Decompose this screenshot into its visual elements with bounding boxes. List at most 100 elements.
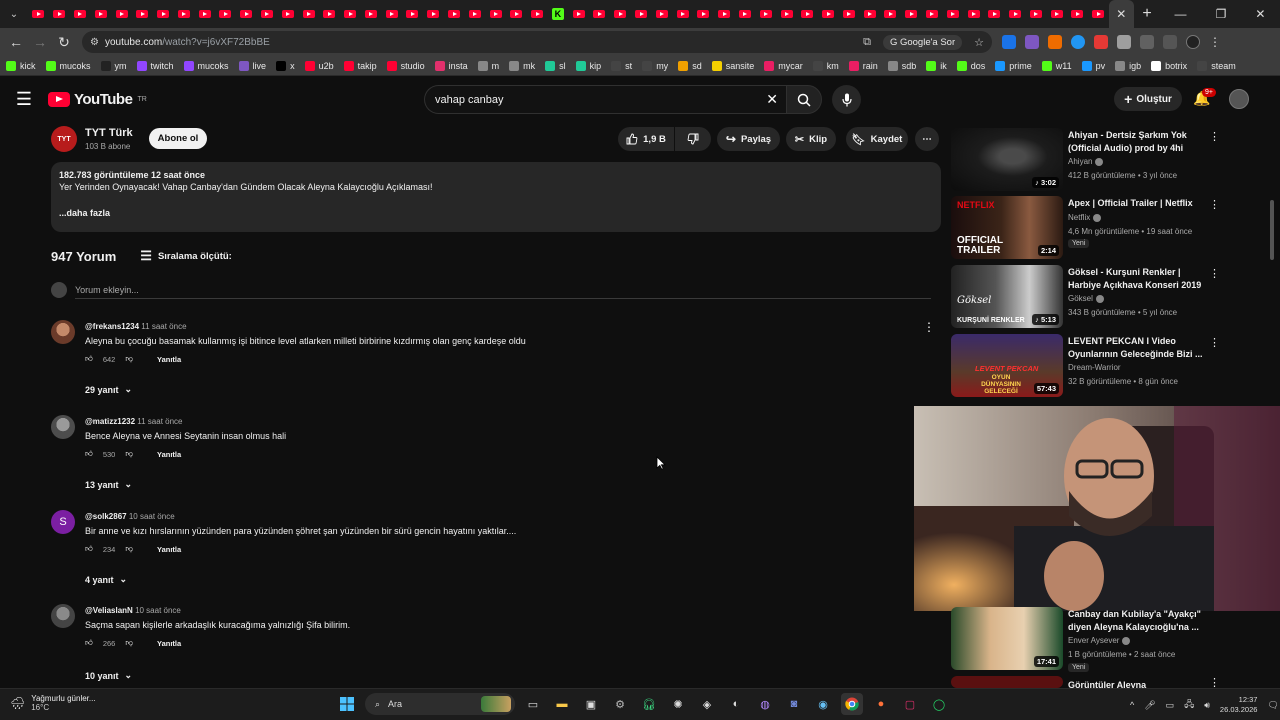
chevron-up-icon[interactable]: ^ <box>1130 700 1134 710</box>
display-icon[interactable]: ▭ <box>1166 700 1175 711</box>
browser-tab[interactable] <box>402 0 423 28</box>
google-ask-button[interactable]: G Google'a Sor <box>882 34 963 50</box>
browser-tab[interactable]: K <box>548 0 569 28</box>
task-view-icon[interactable]: ▭ <box>522 693 544 715</box>
browser-tab[interactable] <box>527 0 548 28</box>
browser-tab[interactable] <box>381 0 402 28</box>
bookmark-item[interactable]: kick <box>6 60 36 71</box>
bookmark-item[interactable]: sd <box>678 60 702 71</box>
new-tab-button[interactable]: + <box>1134 5 1160 23</box>
commenter-avatar[interactable] <box>51 415 75 439</box>
comment-author[interactable]: @VeliaslanN 10 saat önce <box>85 606 181 615</box>
extension-icon[interactable] <box>1048 35 1062 49</box>
video-channel[interactable]: Netflix <box>1068 213 1102 222</box>
menu-icon[interactable]: ☰ <box>0 89 48 110</box>
install-app-icon[interactable]: ⧉ <box>863 36 871 49</box>
bookmark-item[interactable]: insta <box>434 60 468 71</box>
browser-tab[interactable] <box>922 0 943 28</box>
comment-author[interactable]: @matizz1232 11 saat önce <box>85 417 183 426</box>
browser-tab[interactable] <box>1005 0 1026 28</box>
video-menu-icon[interactable]: ⋮ <box>1209 676 1220 688</box>
browser-tab[interactable] <box>319 0 340 28</box>
store-icon[interactable]: ▣ <box>580 693 602 715</box>
share-button[interactable]: ↪ Paylaş <box>717 127 780 151</box>
browser-tab[interactable] <box>173 0 194 28</box>
thumbs-down-icon[interactable]: 👎︎ <box>125 638 133 648</box>
video-menu-icon[interactable]: ⋮ <box>1209 336 1220 349</box>
comment-author[interactable]: @frekans1234 11 saat önce <box>85 322 187 331</box>
video-menu-icon[interactable]: ⋮ <box>1209 198 1220 211</box>
video-thumbnail[interactable]: LEVENT PEKCAN OYUN DÜNYASININ GELECEĞİ 5… <box>951 334 1063 397</box>
bookmark-item[interactable]: mk <box>509 60 535 71</box>
app-icon[interactable]: ◍ <box>754 693 776 715</box>
browser-tab[interactable] <box>215 0 236 28</box>
restore-button[interactable]: ❐ <box>1216 7 1227 21</box>
view-replies-button[interactable]: 13 yanıt ⌄ <box>85 479 132 490</box>
bookmark-item[interactable]: km <box>812 60 839 71</box>
video-title[interactable]: Apex | Official Trailer | Netflix <box>1068 197 1203 210</box>
bookmark-item[interactable]: u2b <box>304 60 334 71</box>
video-menu-icon[interactable]: ⋮ <box>1209 267 1220 280</box>
omnibox[interactable]: ⚙ youtube.com/watch?v=j6vXF72BbBE ⧉ G Go… <box>82 31 992 53</box>
browser-tab[interactable] <box>631 0 652 28</box>
bookmark-item[interactable]: twitch <box>136 60 174 71</box>
app-icon[interactable]: ◐ <box>725 693 747 715</box>
app-icon[interactable]: ◈ <box>696 693 718 715</box>
browser-tab[interactable] <box>132 0 153 28</box>
browser-tab[interactable] <box>257 0 278 28</box>
browser-tab[interactable] <box>194 0 215 28</box>
video-title[interactable]: LEVENT PEKCAN I Video Oyunlarının Gelece… <box>1068 335 1203 360</box>
browser-tab[interactable] <box>901 0 922 28</box>
browser-tab[interactable] <box>1046 0 1067 28</box>
reading-list-icon[interactable] <box>1163 35 1177 49</box>
browser-tab[interactable] <box>298 0 319 28</box>
browser-tab[interactable] <box>693 0 714 28</box>
clip-button[interactable]: ✂ Klip <box>786 127 836 151</box>
account-avatar[interactable] <box>1229 89 1249 109</box>
video-channel[interactable]: Enver Aysever <box>1068 636 1131 645</box>
description-box[interactable]: 182.783 görüntüleme 12 saat önce Yer Yer… <box>51 162 941 232</box>
recommended-video[interactable]: LEVENT PEKCAN OYUN DÜNYASININ GELECEĞİ 5… <box>951 334 1261 398</box>
save-button[interactable]: 🔖︎ Kaydet <box>846 127 908 151</box>
video-title[interactable]: Görüntüler Aleyna <box>1068 679 1203 688</box>
browser-tab[interactable] <box>610 0 631 28</box>
thumbs-down-icon[interactable]: 👎︎ <box>125 449 133 459</box>
video-channel[interactable]: Göksel <box>1068 294 1104 303</box>
channel-name[interactable]: TYT Türk <box>85 127 133 139</box>
bookmark-item[interactable]: steam <box>1197 60 1236 71</box>
close-window-button[interactable]: ✕ <box>1255 7 1265 21</box>
url-text[interactable]: youtube.com/watch?v=j6vXF72BbBE <box>105 37 270 48</box>
puzzle-icon[interactable] <box>1140 35 1154 49</box>
search-input[interactable]: vahap canbay ✕ <box>424 85 788 114</box>
browser-tab[interactable] <box>423 0 444 28</box>
extension-icon[interactable] <box>1025 35 1039 49</box>
browser-tab[interactable] <box>651 0 672 28</box>
instagram-icon[interactable]: ▢ <box>899 693 921 715</box>
view-replies-button[interactable]: 4 yanıt ⌄ <box>85 574 127 585</box>
file-explorer-icon[interactable]: ▬ <box>551 693 573 715</box>
thumbs-up-icon[interactable]: 👍︎ <box>85 638 93 648</box>
browser-tab[interactable] <box>755 0 776 28</box>
bookmark-item[interactable]: sl <box>545 60 566 71</box>
browser-tab[interactable] <box>444 0 465 28</box>
start-menu-icon[interactable] <box>336 693 358 715</box>
browser-tab[interactable] <box>568 0 589 28</box>
bookmark-item[interactable]: sdb <box>887 60 916 71</box>
browser-tab[interactable] <box>1088 0 1109 28</box>
bookmark-item[interactable]: studio <box>386 60 425 71</box>
video-thumbnail[interactable] <box>951 676 1063 688</box>
video-menu-icon[interactable]: ⋮ <box>1209 130 1220 143</box>
bookmark-item[interactable]: mucoks <box>183 60 229 71</box>
settings-icon[interactable]: ⚙ <box>609 693 631 715</box>
video-channel[interactable]: Dream-Warrior <box>1068 363 1121 372</box>
subscribe-button[interactable]: Abone ol <box>149 128 207 149</box>
extension-icon[interactable] <box>1117 35 1131 49</box>
video-title[interactable]: Canbay dan Kubilay'a "Ayakçı" diyen Aley… <box>1068 608 1203 633</box>
reply-button[interactable]: Yanıtla <box>157 545 181 554</box>
thumbs-down-icon[interactable]: 👎︎ <box>125 544 133 554</box>
headset-app-icon[interactable]: 🎧︎ <box>638 693 660 715</box>
bookmark-item[interactable]: dos <box>956 60 985 71</box>
bookmark-item[interactable]: w11 <box>1041 60 1072 71</box>
bookmark-item[interactable]: st <box>611 60 632 71</box>
browser-tab[interactable] <box>984 0 1005 28</box>
